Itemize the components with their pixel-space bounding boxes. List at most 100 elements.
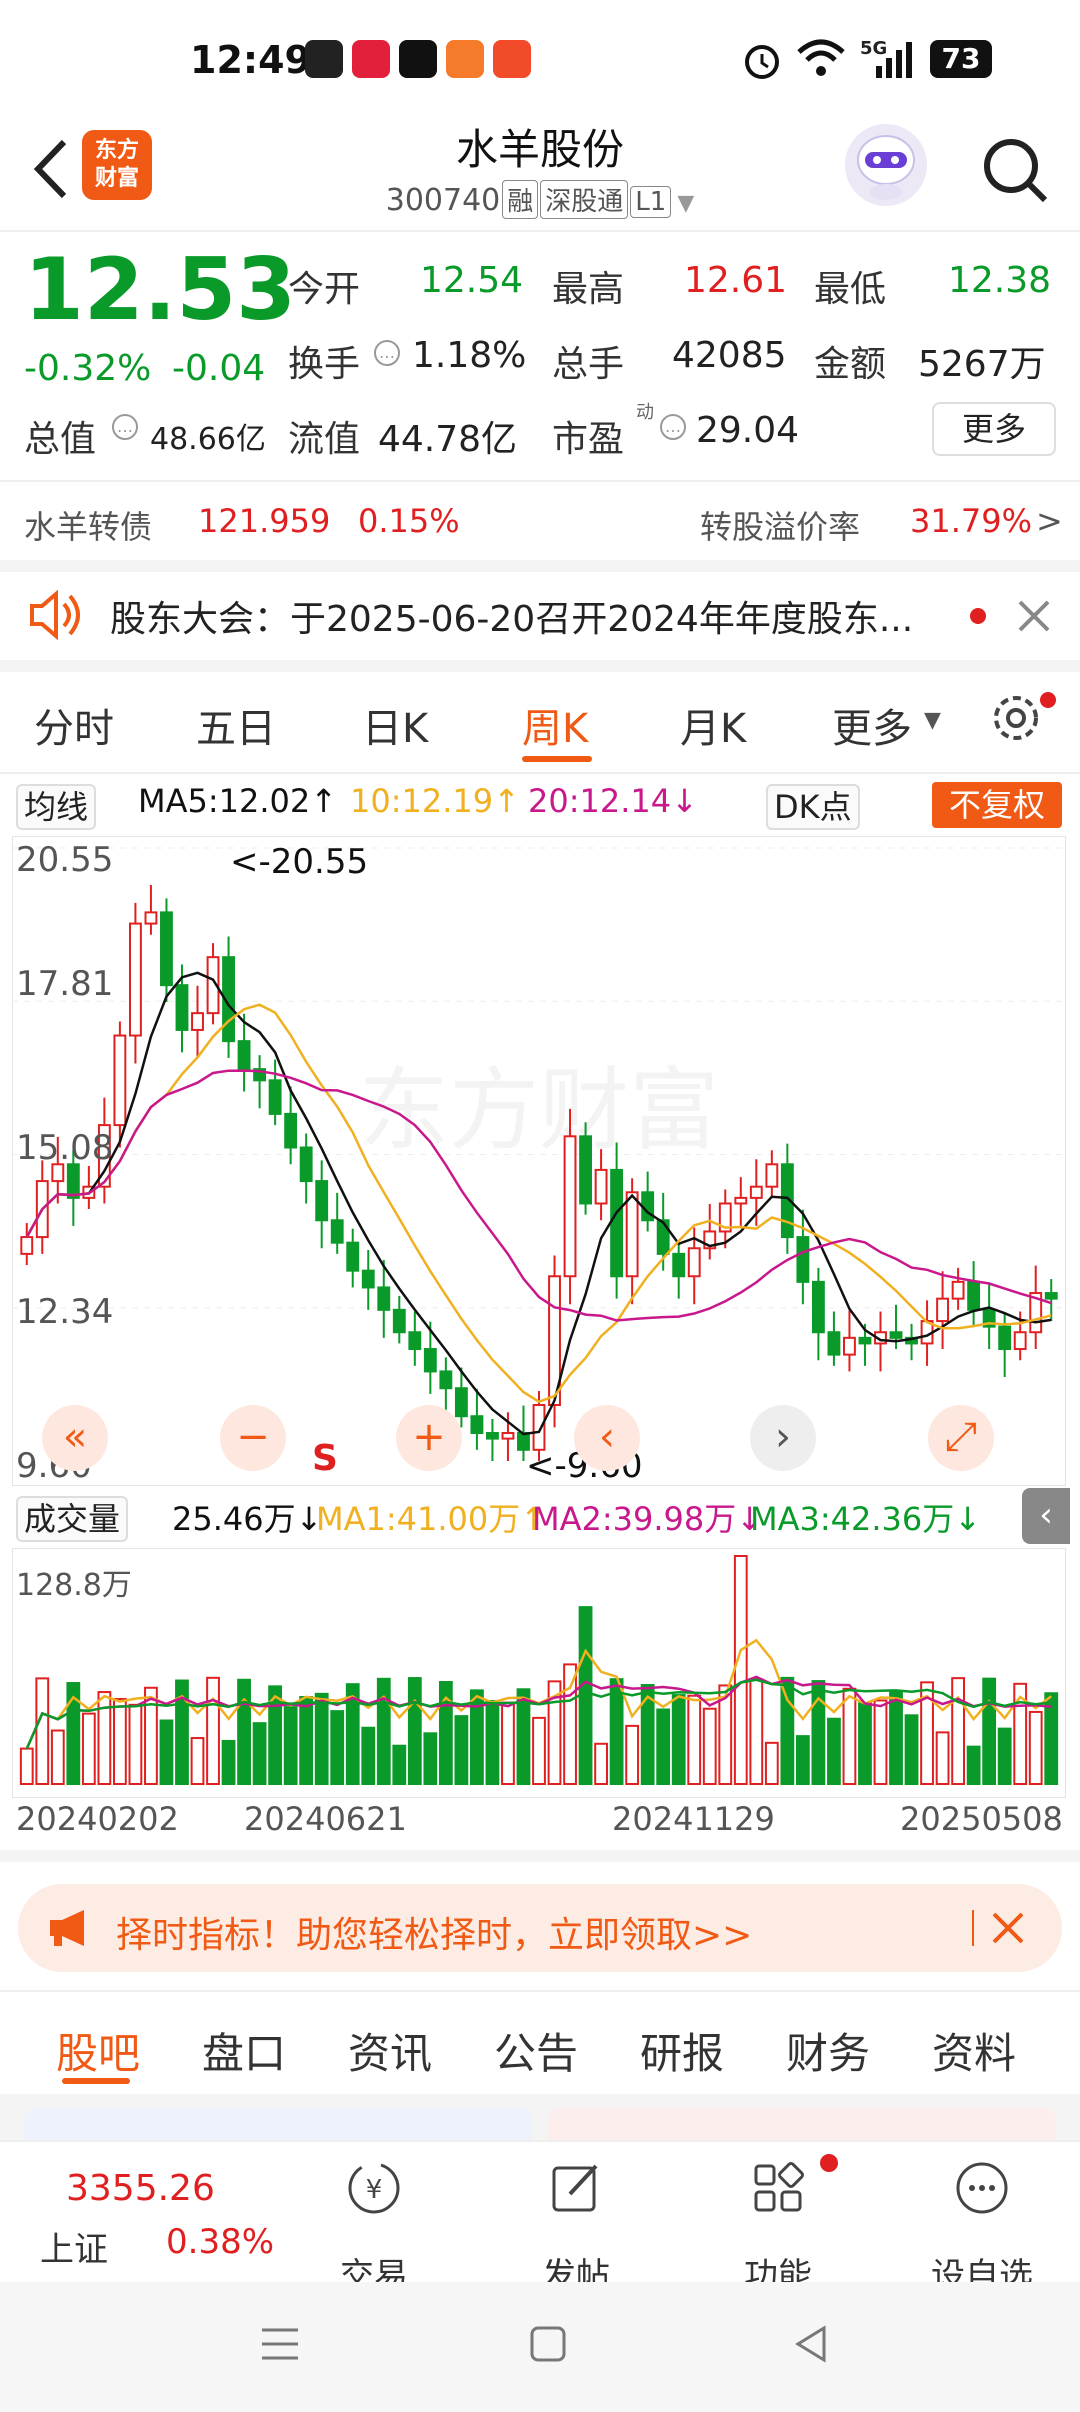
divider: [0, 480, 1080, 482]
index-name[interactable]: 上证: [40, 2222, 108, 2271]
more-icon[interactable]: [952, 2158, 1012, 2218]
change-value: -0.04: [172, 348, 266, 389]
volume-bar: [407, 1677, 422, 1785]
index-change[interactable]: 0.38%: [166, 2222, 274, 2262]
app-icon: [446, 40, 484, 78]
banner-text[interactable]: 择时指标！助您轻松择时，立即领取>>: [116, 1906, 752, 1958]
tab-more[interactable]: 更多: [832, 696, 912, 754]
volume-bar: [982, 1677, 997, 1785]
divider: [0, 1990, 1080, 1992]
alarm-icon: [745, 45, 779, 79]
tab-guba[interactable]: 股吧: [56, 2020, 140, 2081]
volume-select-label[interactable]: 成交量: [16, 1496, 129, 1542]
next-button[interactable]: ›: [750, 1405, 816, 1471]
settings-icon[interactable]: [988, 690, 1044, 746]
tab-weekly-k[interactable]: 周K: [522, 696, 588, 754]
ma5-legend: MA5:12.02↑: [138, 782, 337, 820]
close-icon[interactable]: [990, 1910, 1026, 1946]
collapse-panel-icon[interactable]: ‹: [1022, 1488, 1070, 1544]
volume-bar: [594, 1742, 608, 1786]
info-icon[interactable]: …: [112, 414, 138, 440]
tiktok-icon: [399, 40, 437, 78]
prev-button[interactable]: ‹: [574, 1405, 640, 1471]
vol-ma2-text: MA2:39.98万: [532, 1500, 737, 1538]
dk-select[interactable]: DK点: [766, 782, 860, 830]
tab-finance[interactable]: 财务: [786, 2020, 870, 2081]
tab-news[interactable]: 资讯: [348, 2020, 432, 2081]
divider: [0, 772, 1080, 774]
candle-body: [687, 1247, 701, 1278]
float-label: 流值: [288, 419, 361, 460]
candle-body: [268, 1079, 282, 1115]
close-icon[interactable]: [1016, 598, 1052, 634]
rewind-button[interactable]: «: [42, 1405, 108, 1471]
volume-bar: [687, 1694, 702, 1786]
trade-icon[interactable]: ¥: [344, 2158, 404, 2218]
tag-dropdown-icon[interactable]: ▼: [677, 191, 694, 216]
notice-text[interactable]: 股东大会：于2025-06-20召开2024年年度股东...: [110, 590, 913, 642]
tab-monthly-k[interactable]: 月K: [680, 696, 746, 754]
volume-bar: [392, 1744, 407, 1786]
volume-bar: [702, 1707, 717, 1786]
compose-icon[interactable]: [546, 2158, 606, 2218]
ma5-line: [25, 971, 1052, 1436]
grid-icon[interactable]: [748, 2158, 808, 2218]
high-annotation: <-20.55: [230, 842, 369, 882]
ma20-text: 20:12.14: [528, 782, 672, 820]
zoom-out-button[interactable]: −: [220, 1405, 286, 1471]
kline-chart[interactable]: 东方财富: [12, 836, 1066, 1486]
candle-body: [796, 1236, 810, 1283]
premium-label: 转股溢价率: [700, 508, 861, 546]
volume-bar: [252, 1722, 267, 1786]
tab-announcements[interactable]: 公告: [494, 2020, 578, 2081]
chevron-right-icon[interactable]: >: [1036, 502, 1063, 540]
volume-chart[interactable]: [12, 1548, 1066, 1798]
volume-bar: [237, 1678, 251, 1786]
candle-body: [454, 1387, 468, 1418]
volume-bar: [485, 1700, 500, 1785]
volume-bar: [283, 1706, 298, 1785]
down-arrow-icon: ↓: [671, 782, 698, 820]
tab-order-book[interactable]: 盘口: [202, 2020, 286, 2081]
svg-text:¥: ¥: [366, 2175, 383, 2205]
index-value[interactable]: 3355.26: [66, 2168, 215, 2209]
zoom-in-button[interactable]: +: [396, 1405, 462, 1471]
tab-research[interactable]: 研报: [640, 2020, 724, 2081]
volume-bar: [733, 1555, 748, 1785]
home-icon[interactable]: [526, 2322, 570, 2366]
volume-bar: [532, 1716, 546, 1786]
last-price: 12.53: [24, 240, 297, 340]
info-icon[interactable]: …: [374, 340, 400, 366]
volume-bar: [190, 1737, 205, 1786]
volume-bar: [780, 1676, 795, 1785]
back-nav-icon[interactable]: [790, 2322, 834, 2366]
candle-body: [392, 1308, 406, 1334]
volume-select[interactable]: 成交量: [16, 1494, 129, 1542]
volume-bar: [656, 1708, 671, 1785]
candle-body: [656, 1219, 670, 1255]
more-button[interactable]: 更多: [932, 402, 1056, 456]
tab-profile[interactable]: 资料: [932, 2020, 1016, 2081]
tab-daily-k[interactable]: 日K: [362, 696, 428, 754]
assistant-avatar[interactable]: [845, 124, 927, 206]
volume-bar: [159, 1719, 174, 1786]
volume-bar: [842, 1687, 857, 1786]
candle-body: [625, 1191, 639, 1278]
volume-bar: [19, 1747, 34, 1785]
unadjusted-button[interactable]: 不复权: [932, 782, 1062, 828]
volume-bar: [81, 1712, 96, 1785]
tab-intraday[interactable]: 分时: [34, 696, 114, 754]
fullscreen-icon[interactable]: ⤢: [928, 1405, 994, 1471]
info-icon[interactable]: …: [660, 414, 686, 440]
search-icon[interactable]: [975, 130, 1055, 210]
bond-name[interactable]: 水羊转债: [24, 502, 152, 548]
candle-body: [827, 1331, 841, 1356]
tab-five-day[interactable]: 五日: [196, 696, 276, 754]
candle-body: [408, 1331, 422, 1351]
ma-select[interactable]: 均线: [16, 784, 97, 830]
dk-label[interactable]: DK点: [766, 784, 860, 830]
ma5-text: MA5:12.02: [138, 782, 311, 820]
menu-icon[interactable]: [258, 2324, 302, 2364]
indicator-select[interactable]: 均线: [16, 782, 97, 830]
volume-bar: [35, 1677, 50, 1785]
